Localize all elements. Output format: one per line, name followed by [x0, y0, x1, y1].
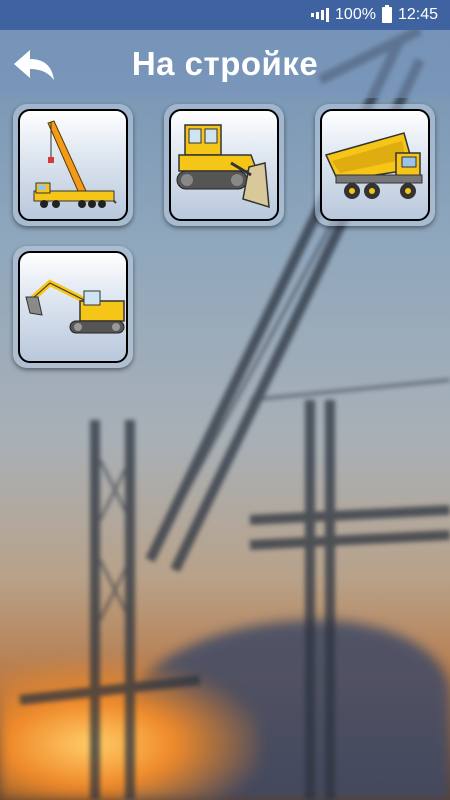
bulldozer-tile[interactable]	[164, 104, 284, 226]
crane-tile[interactable]	[13, 104, 133, 226]
excavator-tile[interactable]	[13, 246, 133, 368]
signal-icon	[311, 8, 330, 22]
excavator-tile-frame	[18, 251, 128, 363]
crane-truck-icon	[33, 120, 117, 208]
crane-tile-frame	[18, 109, 128, 221]
battery-icon	[381, 5, 392, 23]
app-header: На стройке	[0, 30, 450, 98]
page-title: На стройке	[131, 45, 319, 82]
battery-percent: 100%	[335, 6, 376, 23]
status-time: 12:45	[397, 6, 438, 23]
back-arrow-icon	[14, 50, 54, 80]
dump-truck-tile[interactable]	[315, 104, 435, 226]
bulldozer-tile-frame	[169, 109, 279, 221]
status-bar: 100% 12:45	[0, 0, 450, 30]
bulldozer-icon	[176, 124, 270, 209]
dump-truck-icon	[324, 132, 423, 199]
back-button[interactable]	[10, 44, 58, 84]
excavator-icon	[25, 279, 125, 334]
dump-truck-tile-frame	[320, 109, 430, 221]
